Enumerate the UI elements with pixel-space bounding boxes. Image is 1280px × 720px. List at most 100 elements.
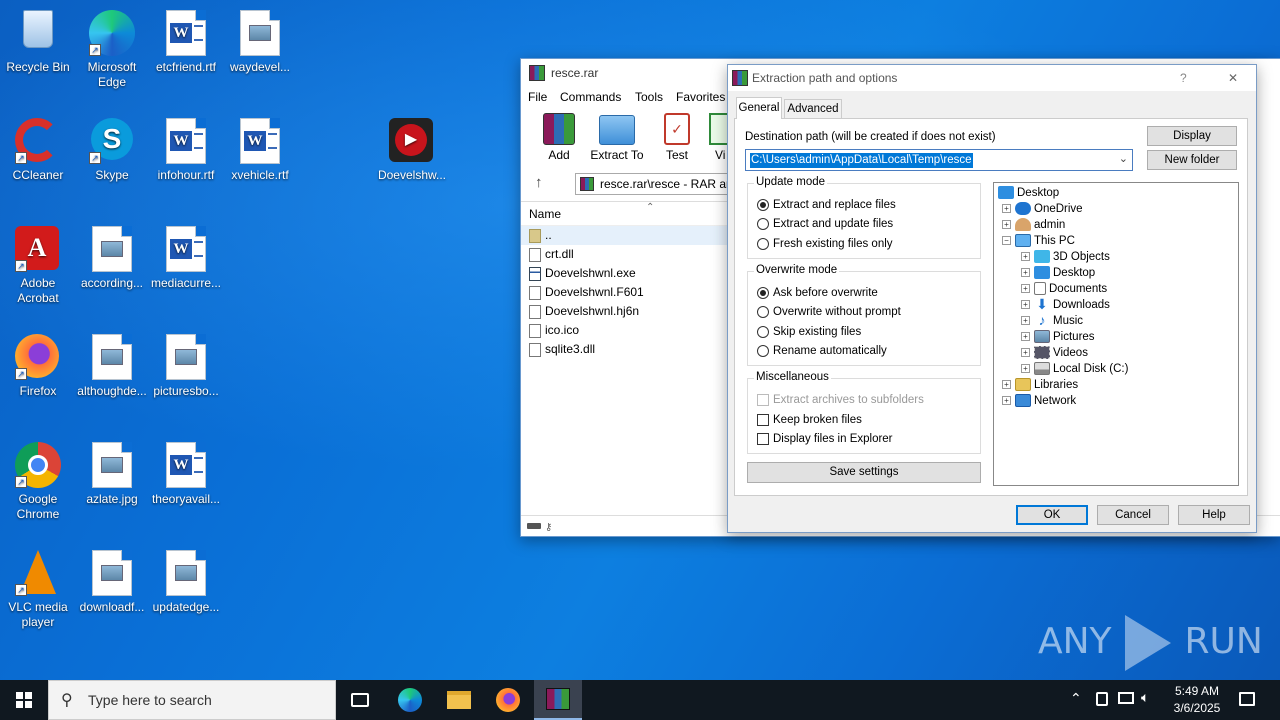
expand-icon[interactable]: + [1021,300,1030,310]
collapse-icon[interactable]: − [1002,236,1011,246]
toolbar-test-button[interactable]: ✓ Test [657,113,697,162]
cancel-button[interactable]: Cancel [1097,505,1169,525]
taskbar-winrar[interactable] [534,680,582,720]
file-row[interactable]: Doevelshwnl.F601 [529,283,644,302]
column-header-name[interactable]: Name ⌃ [521,202,729,226]
menu-favorites[interactable]: Favorites [676,87,725,107]
file-row[interactable]: Doevelshwnl.exe [529,264,636,283]
dialog-title-bar[interactable]: Extraction path and options ? ✕ [728,65,1256,91]
expand-icon[interactable]: + [1002,396,1011,406]
desktop-icon-picturesbo[interactable]: picturesbo... [148,328,224,399]
help-button[interactable]: Help [1178,505,1250,525]
close-icon[interactable]: ✕ [1228,65,1238,91]
file-row[interactable]: sqlite3.dll [529,340,595,359]
tab-advanced[interactable]: Advanced [784,99,842,119]
desktop-icon-vlc[interactable]: ↗ VLC media player [0,544,76,630]
desktop-icon-infohour[interactable]: W infohour.rtf [148,112,224,183]
folder-tree[interactable]: Desktop + OneDrive + admin − This PC +3D Ob… [993,182,1239,486]
tree-item-pc-desktop[interactable]: + Desktop [1021,265,1095,281]
expand-icon[interactable]: + [1021,268,1030,278]
desktop-icon-ccleaner[interactable]: ↗ CCleaner [0,112,76,183]
destination-path-combo[interactable]: C:\Users\admin\AppData\Local\Temp\resce … [745,149,1133,171]
radio-rename-auto[interactable]: Rename automatically [757,342,887,360]
desktop-icon-waydevel[interactable]: waydevel... [222,4,298,75]
radio-extract-replace[interactable]: Extract and replace files [757,196,896,214]
tree-item-3d-objects[interactable]: +3D Objects [1021,249,1110,265]
tree-item-onedrive[interactable]: + OneDrive [1002,201,1083,217]
chevron-down-icon[interactable]: ⌄ [1119,152,1128,165]
tree-item-local-disk[interactable]: + Local Disk (C:) [1021,361,1128,377]
file-row[interactable]: Doevelshwnl.hj6n [529,302,639,321]
desktop-icon-firefox[interactable]: ↗ Firefox [0,328,76,399]
start-button[interactable] [0,680,48,720]
expand-icon[interactable]: + [1021,332,1030,342]
desktop-icon-according[interactable]: according... [74,220,150,291]
tree-item-documents[interactable]: + Documents [1021,281,1107,297]
tree-item-admin[interactable]: + admin [1002,217,1065,233]
desktop-icon-azlate[interactable]: azlate.jpg [74,436,150,507]
desktop-icon-xvehicle[interactable]: W xvehicle.rtf [222,112,298,183]
desktop-icon-acrobat[interactable]: A ↗ Adobe Acrobat [0,220,76,306]
desktop-icon-theoryavail[interactable]: W theoryavail... [148,436,224,507]
tree-item-libraries[interactable]: + Libraries [1002,377,1078,393]
new-folder-button[interactable]: New folder [1147,150,1237,170]
desktop-icon-downloadf[interactable]: downloadf... [74,544,150,615]
file-row[interactable]: ico.ico [529,321,579,340]
radio-skip-existing[interactable]: Skip existing files [757,323,861,341]
expand-icon[interactable]: + [1021,284,1030,294]
desktop-icon-edge[interactable]: ↗ Microsoft Edge [74,4,150,90]
clock[interactable]: 5:49 AM 3/6/2025 [1160,683,1234,717]
radio-extract-update[interactable]: Extract and update files [757,215,893,233]
tree-item-music[interactable]: + ♪ Music [1021,313,1083,329]
expand-icon[interactable]: + [1021,364,1030,374]
toolbar-extract-to-button[interactable]: Extract To [589,113,645,162]
display-button[interactable]: Display [1147,126,1237,146]
chevron-up-icon[interactable]: ⌃ [1070,690,1082,707]
save-settings-button[interactable]: Save settings [747,462,981,483]
tree-item-downloads[interactable]: + ⬇ Downloads [1021,297,1110,313]
taskbar-file-explorer[interactable] [435,680,483,720]
menu-tools[interactable]: Tools [635,87,663,107]
help-icon[interactable]: ? [1180,65,1187,91]
ok-button[interactable]: OK [1016,505,1088,525]
volume-icon[interactable]: 🔈︎ [1141,689,1149,706]
file-row[interactable]: crt.dll [529,245,574,264]
desktop-icon-althoughde[interactable]: althoughde... [74,328,150,399]
taskbar-firefox[interactable] [484,680,532,720]
menu-commands[interactable]: Commands [560,87,621,107]
desktop-icon-mediacurre[interactable]: W mediacurre... [148,220,224,291]
desktop-icon-etcfriend[interactable]: W etcfriend.rtf [148,4,224,75]
checkbox-keep-broken[interactable]: Keep broken files [757,411,862,429]
expand-icon[interactable]: + [1002,204,1011,214]
expand-icon[interactable]: + [1021,252,1030,262]
checkbox-display-explorer[interactable]: Display files in Explorer [757,430,893,448]
task-view-button[interactable] [336,680,384,720]
file-list[interactable]: Name ⌃ .. crt.dll Doevelshwnl.exe Doevel… [521,201,729,511]
desktop-icon-doevelshw[interactable]: ▶ Doevelshw... [374,112,450,183]
notification-icon[interactable] [1239,692,1255,706]
radio-overwrite-no-prompt[interactable]: Overwrite without prompt [757,303,901,321]
expand-icon[interactable]: + [1021,348,1030,358]
tree-item-pictures[interactable]: + Pictures [1021,329,1095,345]
network-tray-icon[interactable] [1096,692,1108,706]
taskbar-search-box[interactable]: ⚲ Type here to search [48,680,336,720]
up-arrow-icon[interactable]: ↑ [535,174,543,191]
extraction-dialog[interactable]: Extraction path and options ? ✕ General … [727,64,1257,533]
expand-icon[interactable]: + [1002,380,1011,390]
desktop-icon-updatedge[interactable]: updatedge... [148,544,224,615]
expand-icon[interactable]: + [1021,316,1030,326]
file-row-parent[interactable]: .. [521,226,729,245]
toolbar-add-button[interactable]: Add [539,113,579,162]
taskbar-edge[interactable] [386,680,434,720]
expand-icon[interactable]: + [1002,220,1011,230]
desktop-icon-chrome[interactable]: ↗ Google Chrome [0,436,76,522]
checkbox-extract-subfolders[interactable]: Extract archives to subfolders [757,391,924,409]
menu-file[interactable]: File [528,87,547,107]
desktop-icon-skype[interactable]: S ↗ Skype [74,112,150,183]
tab-general[interactable]: General [736,97,782,119]
tree-item-this-pc[interactable]: − This PC [1002,233,1075,249]
tree-item-videos[interactable]: + Videos [1021,345,1088,361]
tree-item-network[interactable]: + Network [1002,393,1076,409]
desktop-icon-recycle-bin[interactable]: Recycle Bin [0,4,76,75]
radio-ask-overwrite[interactable]: Ask before overwrite [757,284,878,302]
